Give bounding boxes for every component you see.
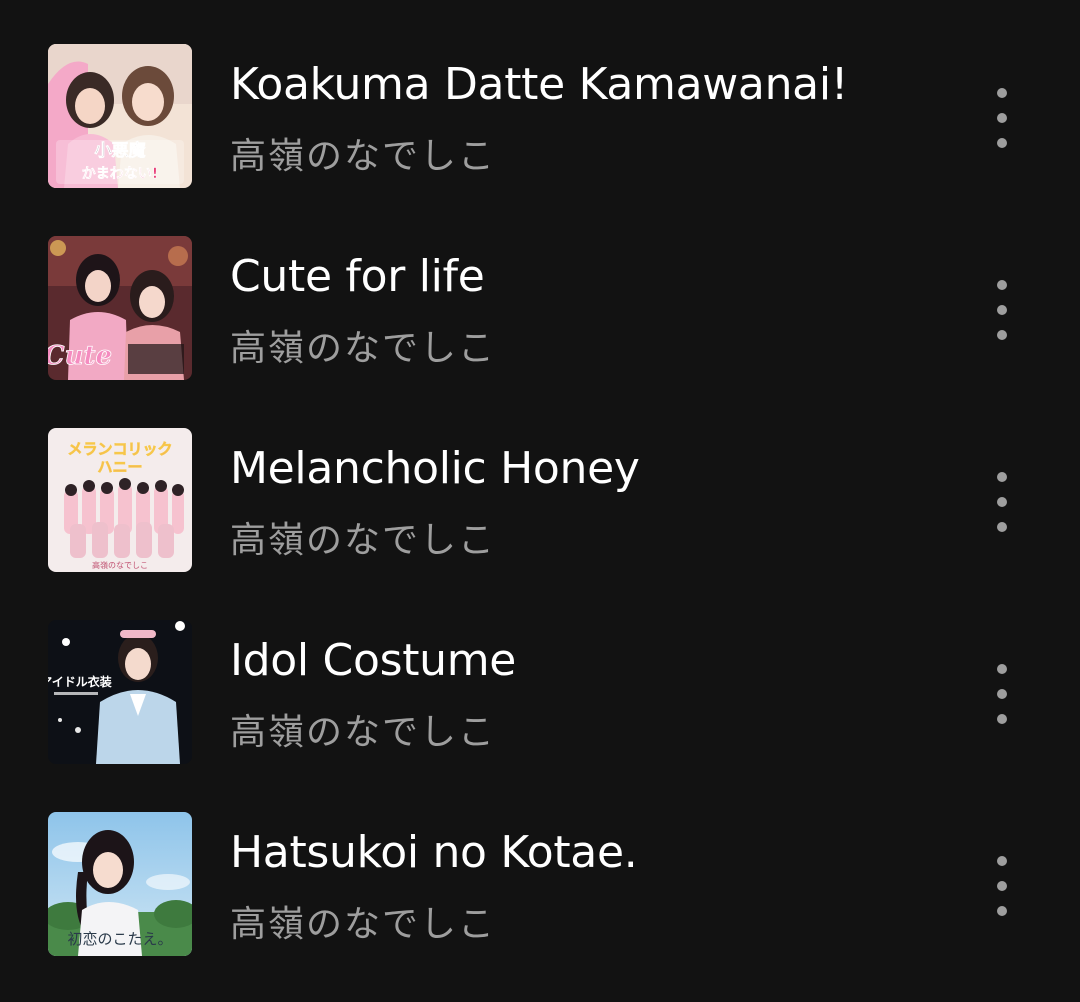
- svg-text:小悪魔: 小悪魔: [95, 140, 146, 161]
- track-artist: 高嶺のなでしこ: [230, 904, 497, 945]
- album-art: 小悪魔 かまわない!: [48, 44, 192, 188]
- more-vert-icon[interactable]: [978, 658, 1026, 730]
- track-title: Hatsukoi no Kotae.: [230, 827, 638, 878]
- svg-text:Cute: Cute: [48, 341, 112, 371]
- more-vert-icon[interactable]: [978, 274, 1026, 346]
- svg-text:アイドル衣装: アイドル衣装: [48, 674, 112, 689]
- album-art: アイドル衣装: [48, 620, 192, 764]
- track-title: Koakuma Datte Kamawanai!: [230, 59, 849, 110]
- more-vert-icon[interactable]: [978, 466, 1026, 538]
- track-artist: 高嶺のなでしこ: [230, 712, 497, 753]
- svg-text:初恋のこたえ。: 初恋のこたえ。: [67, 930, 172, 948]
- more-vert-icon[interactable]: [978, 850, 1026, 922]
- track-artist: 高嶺のなでしこ: [230, 136, 497, 177]
- track-artist: 高嶺のなでしこ: [230, 328, 497, 369]
- track-title: Idol Costume: [230, 635, 517, 686]
- album-art: 初恋のこたえ。: [48, 812, 192, 956]
- track-row[interactable]: Cute Cute for life 高嶺のなでしこ: [0, 236, 1080, 428]
- svg-text:高嶺のなでしこ: 高嶺のなでしこ: [92, 560, 148, 570]
- svg-text:メランコリック: メランコリック: [67, 440, 172, 458]
- svg-text:ハニー: ハニー: [97, 458, 142, 476]
- track-row[interactable]: メランコリック ハニー 高嶺のなでしこ Melancholic Honey 高嶺…: [0, 428, 1080, 620]
- track-list: 小悪魔 かまわない! Koakuma Datte Kamawanai! 高嶺のな…: [0, 0, 1080, 1002]
- album-art: Cute: [48, 236, 192, 380]
- track-row[interactable]: 初恋のこたえ。 Hatsukoi no Kotae. 高嶺のなでしこ: [0, 812, 1080, 1002]
- track-artist: 高嶺のなでしこ: [230, 520, 497, 561]
- svg-text:かまわない!: かまわない!: [82, 166, 158, 182]
- track-title: Cute for life: [230, 251, 485, 302]
- album-art: メランコリック ハニー 高嶺のなでしこ: [48, 428, 192, 572]
- more-vert-icon[interactable]: [978, 82, 1026, 154]
- track-title: Melancholic Honey: [230, 443, 640, 494]
- track-row[interactable]: アイドル衣装 Idol Costume 高嶺のなでしこ: [0, 620, 1080, 812]
- track-row[interactable]: 小悪魔 かまわない! Koakuma Datte Kamawanai! 高嶺のな…: [0, 44, 1080, 236]
